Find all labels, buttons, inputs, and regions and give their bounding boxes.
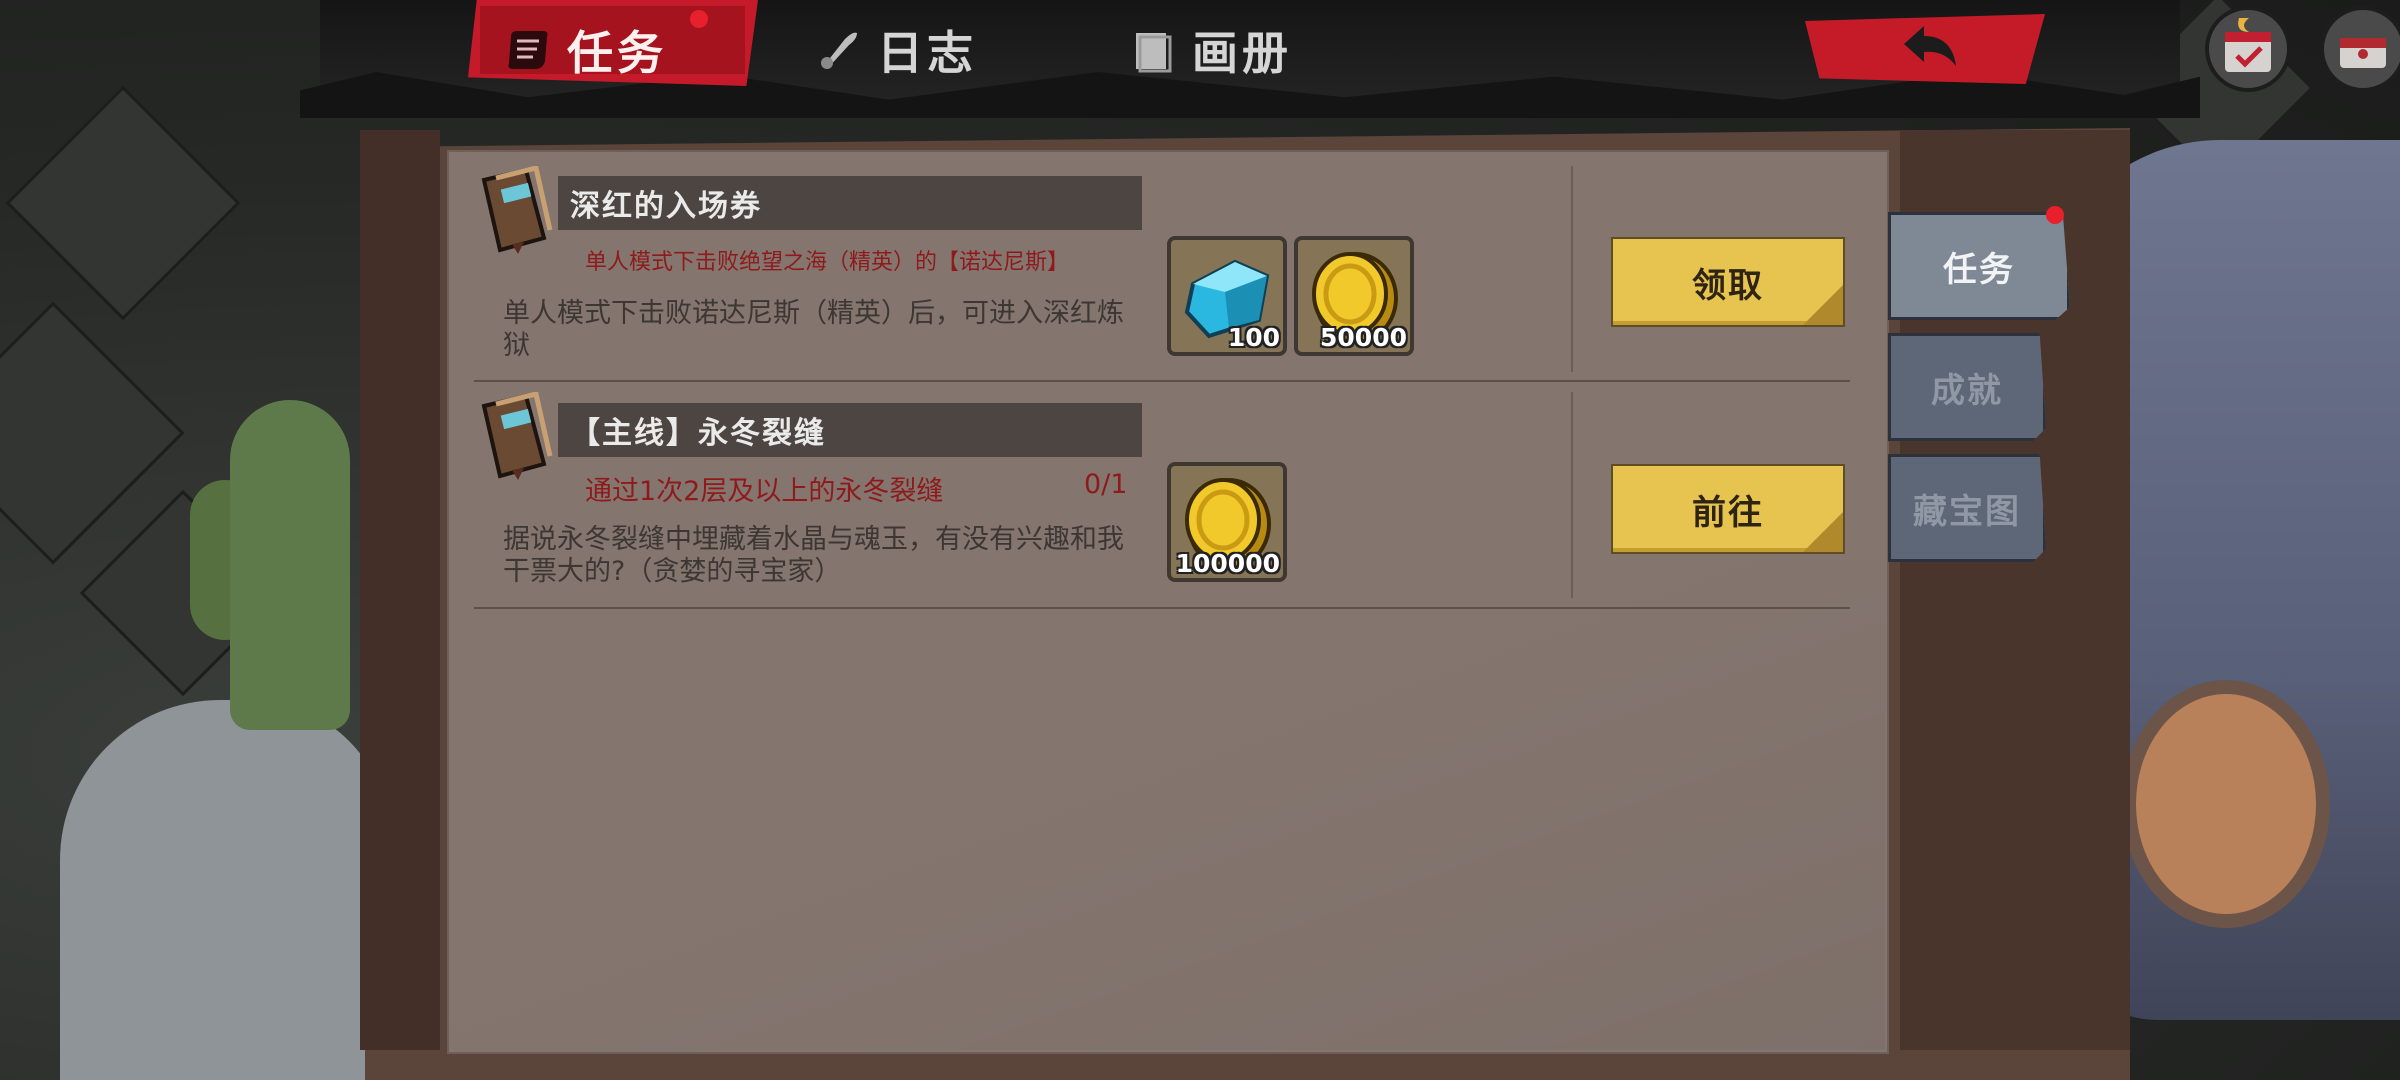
tab-quests[interactable]: 任务 xyxy=(505,10,667,90)
wooden-frame xyxy=(360,130,440,1050)
floor-tile xyxy=(5,85,241,321)
reward-count: 50000 xyxy=(1320,323,1407,352)
divider xyxy=(1571,166,1573,372)
side-tab-quests[interactable]: 任务 xyxy=(1888,212,2070,320)
quest-description: 单人模式下击败诺达尼斯（精英）后，可进入深红炼狱 xyxy=(503,298,1124,361)
quest-title: 【主线】永冬裂缝 xyxy=(558,403,1142,457)
quest-book-icon xyxy=(481,166,553,254)
tab-label: 任务 xyxy=(567,26,667,80)
claim-button-label: 领取 xyxy=(1692,265,1764,306)
tab-label: 日志 xyxy=(877,26,977,80)
cactus xyxy=(230,400,350,730)
quill-icon xyxy=(821,32,857,69)
back-arrow-icon xyxy=(1904,26,1956,66)
quest-progress: 0/1 xyxy=(1084,469,1128,500)
chest-icon xyxy=(2340,38,2386,68)
claim-button[interactable]: 领取 xyxy=(1611,237,1845,327)
go-button[interactable]: 前往 xyxy=(1611,464,1845,554)
divider xyxy=(1571,392,1573,598)
go-button-label: 前往 xyxy=(1692,492,1764,533)
side-tab-label: 任务 xyxy=(1943,249,2015,290)
barrel xyxy=(2122,680,2330,928)
side-tab-achievements[interactable]: 成就 xyxy=(1888,333,2046,441)
tab-label: 画册 xyxy=(1192,26,1292,80)
reward-item[interactable]: 50000 xyxy=(1294,236,1414,356)
row-divider xyxy=(474,607,1850,609)
reward-item[interactable]: 100 xyxy=(1167,236,1287,356)
side-tab-label: 藏宝图 xyxy=(1913,491,2021,532)
notification-dot xyxy=(690,10,708,28)
quest-requirement: 单人模式下击败绝望之海（精英）的【诺达尼斯】 xyxy=(585,250,1070,275)
quest-book-icon xyxy=(481,392,553,480)
quest-title: 深红的入场券 xyxy=(558,176,1142,230)
row-divider xyxy=(474,380,1850,382)
tab-album[interactable]: 画册 xyxy=(1130,10,1292,90)
calendar-icon xyxy=(2225,18,2271,72)
settings-button[interactable] xyxy=(2320,6,2400,92)
panel-shading xyxy=(447,560,1885,1050)
reward-item[interactable]: 100000 xyxy=(1167,462,1287,582)
quest-description: 据说永冬裂缝中埋藏着水晶与魂玉，有没有兴趣和我干票大的?（贪婪的寻宝家） xyxy=(503,524,1124,587)
scroll-icon xyxy=(508,31,548,69)
event-button[interactable] xyxy=(2205,6,2291,92)
notification-dot xyxy=(2046,206,2064,224)
tab-journal[interactable]: 日志 xyxy=(815,10,977,90)
side-tab-label: 成就 xyxy=(1931,370,2003,411)
quest-requirement: 通过1次2层及以上的永冬裂缝 xyxy=(585,476,944,507)
reward-count: 100000 xyxy=(1175,549,1280,578)
button-corner xyxy=(1803,285,1843,325)
side-tab-treasure-map[interactable]: 藏宝图 xyxy=(1888,454,2046,562)
button-corner xyxy=(1803,512,1843,552)
rock xyxy=(60,700,390,1080)
book-icon xyxy=(1136,33,1172,73)
reward-count: 100 xyxy=(1227,323,1280,352)
